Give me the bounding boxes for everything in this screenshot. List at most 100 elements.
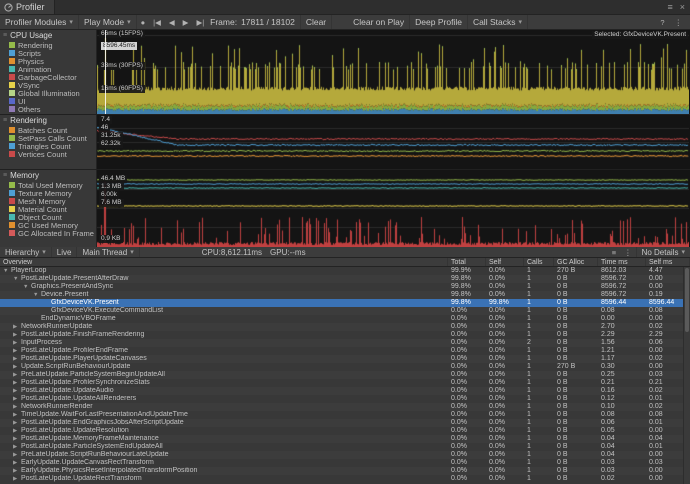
record-icon[interactable]: ● xyxy=(137,15,150,29)
table-row[interactable]: ▶NetworkRunnerUpdate0.0%0.0%10 B2.700.02 xyxy=(0,323,690,331)
collapse-arrow-icon[interactable]: ▼ xyxy=(23,283,31,291)
table-row[interactable]: ▶PostLateUpdate.UpdateRectTransform0.0%0… xyxy=(0,475,690,483)
column-header-calls[interactable]: Calls xyxy=(524,258,554,266)
profiler-tab[interactable]: Profiler xyxy=(0,0,55,14)
table-row[interactable]: ▶PostLateUpdate.UpdateAllRenderers0.0%0.… xyxy=(0,395,690,403)
legend-item[interactable]: Others xyxy=(0,105,96,113)
next-frame-button[interactable]: ▶ xyxy=(179,15,193,29)
expand-arrow-icon[interactable]: ▶ xyxy=(13,419,21,427)
context-menu-icon[interactable]: ⋮ xyxy=(620,247,636,257)
cell-calls: 1 xyxy=(524,315,554,323)
memory-chart[interactable] xyxy=(97,170,689,247)
deep-profile-toggle[interactable]: Deep Profile xyxy=(410,15,468,29)
expand-arrow-icon[interactable]: ▶ xyxy=(13,371,21,379)
close-icon[interactable]: × xyxy=(680,2,685,12)
table-row[interactable]: ▶PostLateUpdate.MemoryFrameMaintenance0.… xyxy=(0,435,690,443)
table-row[interactable]: ▼Graphics.PresentAndSync99.8%0.0%10 B859… xyxy=(0,283,690,291)
legend-item[interactable]: GC Allocated In Frame xyxy=(0,229,96,237)
cell-gc-alloc: 270 B xyxy=(554,363,598,371)
cell-time-ms: 0.03 xyxy=(598,459,646,467)
expand-arrow-icon[interactable]: ▶ xyxy=(13,379,21,387)
table-row[interactable]: ▶EarlyUpdate.PhysicsResetInterpolatedTra… xyxy=(0,467,690,475)
expand-arrow-icon[interactable]: ▶ xyxy=(13,395,21,403)
first-frame-button[interactable]: |◀ xyxy=(149,15,165,29)
last-frame-button[interactable]: ▶| xyxy=(192,15,208,29)
call-stacks-dropdown[interactable]: Call Stacks▾ xyxy=(468,15,528,29)
details-view-dropdown[interactable]: No Details▾ xyxy=(636,247,690,257)
expand-arrow-icon[interactable]: ▶ xyxy=(13,363,21,371)
frame-selection-line[interactable] xyxy=(105,30,106,114)
table-row[interactable]: ▶PostLateUpdate.ProfilerEndFrame0.0%0.0%… xyxy=(0,347,690,355)
column-header-overview[interactable]: Overview xyxy=(0,258,448,266)
clear-button[interactable]: Clear xyxy=(300,15,332,29)
expand-arrow-icon[interactable]: ▶ xyxy=(13,443,21,451)
table-row[interactable]: ▶EarlyUpdate.UpdateCanvasRectTransform0.… xyxy=(0,459,690,467)
expand-arrow-icon[interactable]: ▶ xyxy=(13,403,21,411)
column-header-self-ms[interactable]: Self ms xyxy=(646,258,690,266)
profiler-modules-dropdown[interactable]: Profiler Modules▾ xyxy=(0,15,79,29)
table-row[interactable]: ▶PostLateUpdate.UpdateAudio0.0%0.0%10 B0… xyxy=(0,387,690,395)
expand-arrow-icon[interactable]: ▶ xyxy=(13,355,21,363)
collapse-arrow-icon[interactable]: ▼ xyxy=(33,291,41,299)
expand-arrow-icon[interactable]: ▶ xyxy=(13,411,21,419)
expand-arrow-icon[interactable]: ▶ xyxy=(13,459,21,467)
rendering-chart[interactable] xyxy=(97,115,689,169)
table-row[interactable]: ▶TimeUpdate.WaitForLastPresentationAndUp… xyxy=(0,411,690,419)
module-header-cpu[interactable]: ≡ CPU Usage xyxy=(0,30,96,41)
table-row[interactable]: ▼PlayerLoop99.9%0.0%1270 B8612.034.47 xyxy=(0,267,690,275)
table-row[interactable]: ▶PostLateUpdate.FinishFrameRendering0.0%… xyxy=(0,331,690,339)
expand-arrow-icon[interactable]: ▶ xyxy=(13,387,21,395)
column-header-total[interactable]: Total xyxy=(448,258,486,266)
play-mode-dropdown[interactable]: Play Mode▾ xyxy=(79,15,137,29)
collapse-arrow-icon[interactable]: ▼ xyxy=(13,275,21,283)
legend-item[interactable]: GarbageCollector xyxy=(0,73,96,81)
collapse-arrow-icon[interactable]: ▼ xyxy=(3,267,11,275)
table-row[interactable]: GfxDeviceVK.Present99.8%99.8%10 B8596.44… xyxy=(0,299,690,307)
table-row[interactable]: ▶PostLateUpdate.UpdateResolution0.0%0.0%… xyxy=(0,427,690,435)
table-row[interactable]: ▶Update.ScriptRunBehaviourUpdate0.0%0.0%… xyxy=(0,363,690,371)
expand-arrow-icon[interactable]: ▶ xyxy=(13,435,21,443)
live-toggle[interactable]: Live xyxy=(52,247,78,257)
table-row[interactable]: ▶PostLateUpdate.PlayerUpdateCanvases0.0%… xyxy=(0,355,690,363)
column-header-time-ms[interactable]: Time ms xyxy=(598,258,646,266)
table-row[interactable]: ▶NetworkRunnerRender0.0%0.0%10 B0.100.02 xyxy=(0,403,690,411)
expand-arrow-icon[interactable]: ▶ xyxy=(13,451,21,459)
table-row[interactable]: GfxDeviceVK.ExecuteCommandList0.0%0.0%10… xyxy=(0,307,690,315)
thread-dropdown[interactable]: Main Thread▾ xyxy=(77,247,139,257)
legend-item[interactable]: Scripts xyxy=(0,49,96,57)
expand-arrow-icon[interactable]: ▶ xyxy=(13,475,21,483)
vertical-scrollbar[interactable] xyxy=(683,267,690,484)
table-row[interactable]: ▶PreLateUpdate.ParticleSystemBeginUpdate… xyxy=(0,371,690,379)
table-row[interactable]: ▶PostLateUpdate.EndGraphicsJobsAfterScri… xyxy=(0,419,690,427)
expand-arrow-icon[interactable]: ▶ xyxy=(13,339,21,347)
list-view-icon[interactable]: ≡ xyxy=(608,247,620,257)
module-header-rendering[interactable]: ≡ Rendering xyxy=(0,115,96,126)
prev-frame-button[interactable]: ◀ xyxy=(165,15,179,29)
window-menu-icon[interactable]: ≡ xyxy=(667,2,672,12)
legend-item[interactable]: UI xyxy=(0,97,96,105)
table-row[interactable]: ▶InputProcess0.0%0.0%20 B1.560.06 xyxy=(0,339,690,347)
column-header-gc-alloc[interactable]: GC Alloc xyxy=(554,258,598,266)
expand-arrow-icon[interactable]: ▶ xyxy=(13,323,21,331)
expand-arrow-icon[interactable]: ▶ xyxy=(13,347,21,355)
table-row[interactable]: ▶PostLateUpdate.ProfilerSynchronizeStats… xyxy=(0,379,690,387)
context-menu-icon[interactable]: ⋮ xyxy=(671,18,687,27)
scrollbar-thumb[interactable] xyxy=(685,268,689,332)
module-header-memory[interactable]: ≡ Memory xyxy=(0,170,96,181)
legend-item[interactable]: Global Illumination xyxy=(0,89,96,97)
column-header-self[interactable]: Self xyxy=(486,258,524,266)
table-row[interactable]: ▼Device.Present99.8%0.0%10 B8596.720.19 xyxy=(0,291,690,299)
expand-arrow-icon[interactable]: ▶ xyxy=(13,427,21,435)
legend-item[interactable]: Vertices Count xyxy=(0,150,96,158)
table-row[interactable]: ▶PreLateUpdate.ScriptRunBehaviourLateUpd… xyxy=(0,451,690,459)
expand-arrow-icon[interactable]: ▶ xyxy=(13,467,21,475)
help-icon[interactable]: ? xyxy=(656,18,668,27)
table-row[interactable]: ▶PostLateUpdate.ParticleSystemEndUpdateA… xyxy=(0,443,690,451)
cpu-chart[interactable] xyxy=(97,30,689,114)
clear-on-play-toggle[interactable]: Clear on Play xyxy=(348,15,410,29)
legend-item[interactable]: Rendering xyxy=(0,41,96,49)
table-row[interactable]: EndDynamicVBOFrame0.0%0.0%10 B0.000.00 xyxy=(0,315,690,323)
hierarchy-view-dropdown[interactable]: Hierarchy▾ xyxy=(0,247,52,257)
expand-arrow-icon[interactable]: ▶ xyxy=(13,331,21,339)
table-row[interactable]: ▼PostLateUpdate.PresentAfterDraw99.8%0.0… xyxy=(0,275,690,283)
